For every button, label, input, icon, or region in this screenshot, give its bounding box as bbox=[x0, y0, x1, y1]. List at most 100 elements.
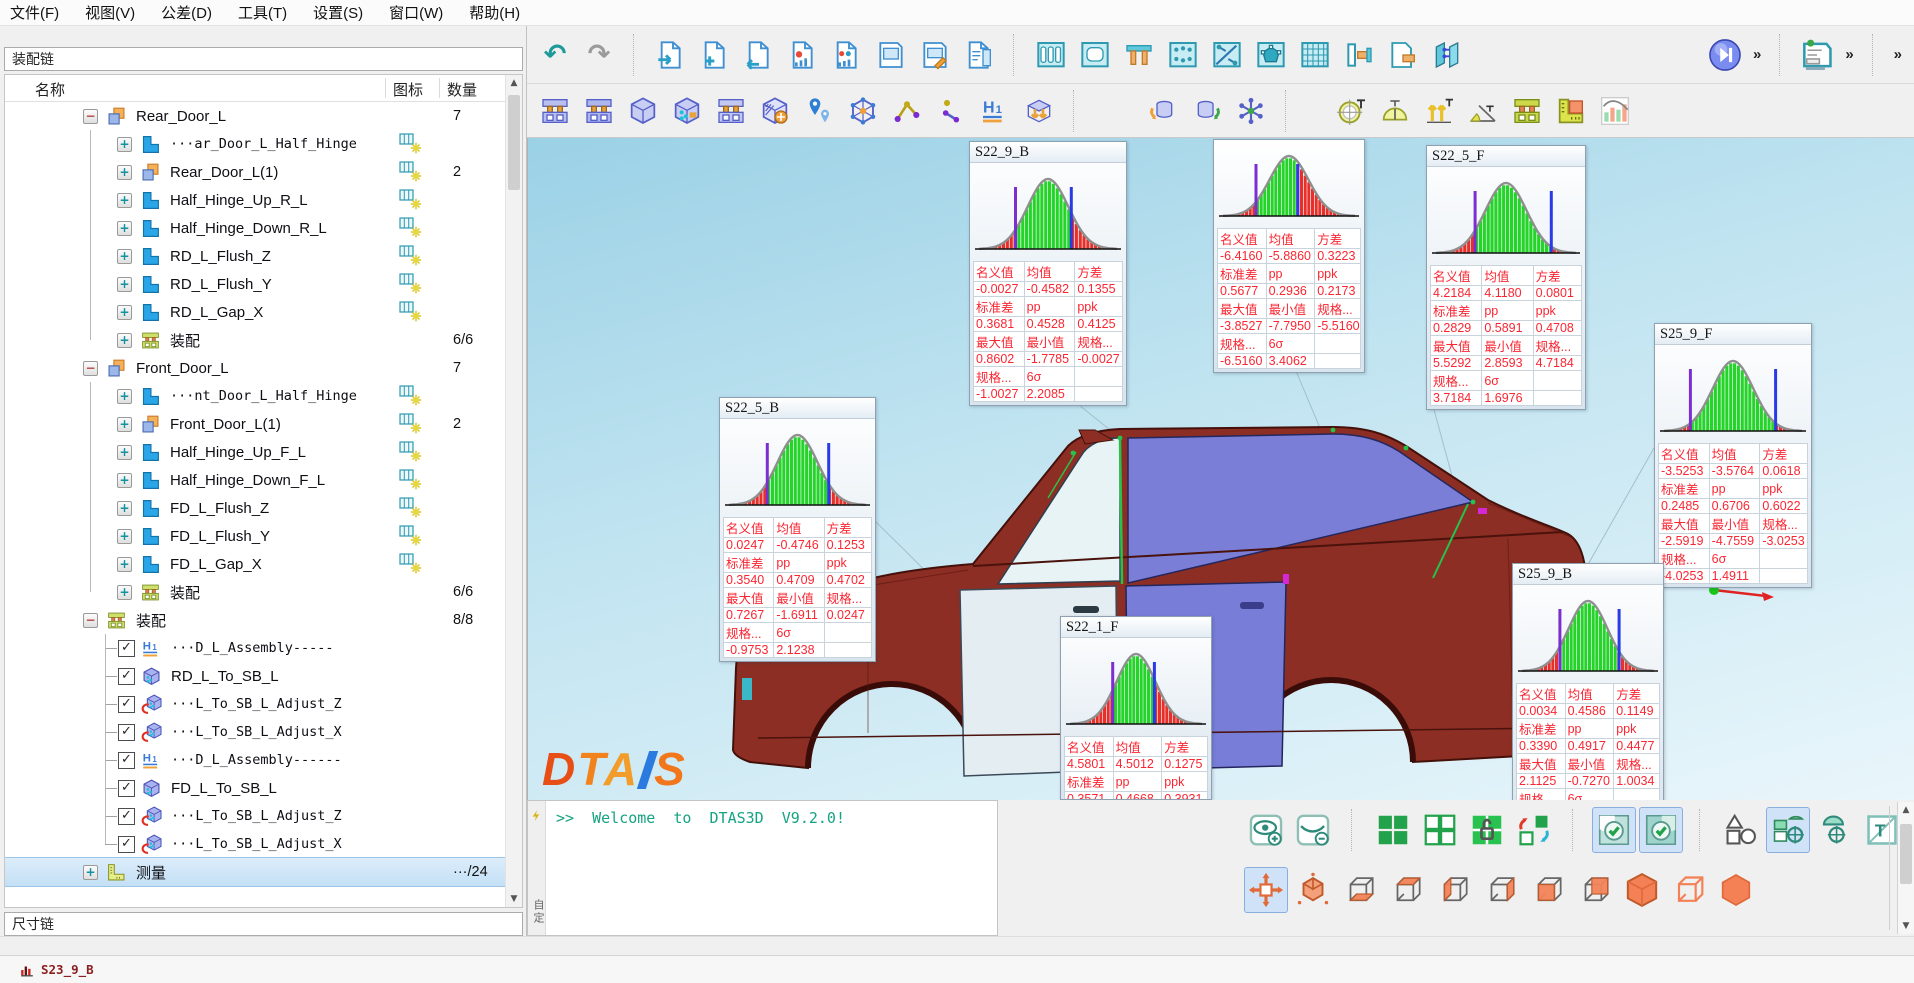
solid-block-button[interactable] bbox=[621, 88, 665, 134]
histogram-panel-s22_5_f[interactable]: S22_5_F 名义值均值方差4.21844.11800.0801标准差pppp… bbox=[1426, 145, 1586, 410]
histogram-panel-s25_9_b[interactable]: S25_9_B 名义值均值方差0.00340.45860.1149标准差pppp… bbox=[1512, 563, 1664, 800]
linear-tolerance-button[interactable] bbox=[1417, 88, 1461, 134]
face-left-button[interactable] bbox=[1433, 868, 1475, 912]
polygon-feature-button[interactable] bbox=[1249, 32, 1293, 78]
tree-row-fd-l-gap-x[interactable]: +FD_L_Gap_X bbox=[5, 550, 505, 578]
grid-gear-icon[interactable] bbox=[399, 440, 423, 464]
expand-icon[interactable]: + bbox=[117, 445, 132, 460]
row-checkbox[interactable]: ✓ bbox=[118, 724, 135, 741]
grid-gear-icon[interactable] bbox=[399, 160, 423, 184]
histogram-panel-untitled[interactable]: 名义值均值方差-6.4160-5.88600.3223标准差ppppk0.567… bbox=[1213, 139, 1365, 373]
panel-title[interactable]: S22_5_F bbox=[1427, 146, 1585, 167]
document-fixture-button[interactable] bbox=[1381, 32, 1425, 78]
grid-gear-icon[interactable] bbox=[399, 524, 423, 548]
dof-star-button[interactable] bbox=[1229, 88, 1273, 134]
export-report-button[interactable] bbox=[649, 32, 693, 78]
tree-row-half-hinge-down-f-l[interactable]: +Half_Hinge_Down_F_L bbox=[5, 466, 505, 494]
apply-load-button[interactable] bbox=[1017, 88, 1061, 134]
mesh-surface-button[interactable] bbox=[1293, 32, 1337, 78]
grid-gear-icon[interactable] bbox=[399, 300, 423, 324]
more-chevron-1[interactable]: » bbox=[1747, 46, 1767, 63]
solid-view-large-button[interactable] bbox=[1621, 868, 1663, 912]
expand-icon[interactable]: + bbox=[117, 137, 132, 152]
grid-gear-icon[interactable] bbox=[399, 384, 423, 408]
grid-gear-icon[interactable] bbox=[399, 552, 423, 576]
histogram-panel-s22_1_f[interactable]: S22_1_F 名义值均值方差4.58014.50120.1275标准差pppp… bbox=[1060, 616, 1212, 800]
grid-gear-icon[interactable] bbox=[399, 272, 423, 296]
expand-icon[interactable]: + bbox=[83, 865, 98, 880]
panel-scrollbar[interactable]: ▲ ▼ bbox=[1897, 802, 1914, 934]
face-front-button[interactable] bbox=[1527, 868, 1569, 912]
viewport-lock-button[interactable] bbox=[1466, 808, 1508, 852]
tree-row-rear-door-l[interactable]: −Rear_Door_L7 bbox=[5, 102, 505, 130]
grid-gear-icon[interactable] bbox=[399, 188, 423, 212]
assembly-fixture-button[interactable] bbox=[1505, 88, 1549, 134]
histogram-panel-s22_9_b[interactable]: S22_9_B 名义值均值方差-0.0027-0.45820.1355标准差pp… bbox=[969, 141, 1127, 406]
viewports-outline-button[interactable] bbox=[1419, 808, 1461, 852]
tree-row-rear-door-l-1-[interactable]: +Rear_Door_L(1)2 bbox=[5, 158, 505, 186]
panel-title[interactable]: S22_5_B bbox=[720, 398, 875, 419]
redo-button[interactable]: ↷ bbox=[577, 32, 621, 78]
measure-ruler-button[interactable] bbox=[1549, 88, 1593, 134]
face-right-button[interactable] bbox=[1480, 868, 1522, 912]
point-set-button[interactable] bbox=[1161, 32, 1205, 78]
tree-row-front-door-l[interactable]: −Front_Door_L7 bbox=[5, 354, 505, 382]
diameter-tolerance-button[interactable] bbox=[1329, 88, 1373, 134]
shapes-locator-button[interactable] bbox=[1767, 808, 1809, 852]
grid-gear-icon[interactable] bbox=[399, 468, 423, 492]
status-item-label[interactable]: S23_9_B bbox=[41, 962, 94, 977]
face-back-button[interactable] bbox=[1574, 868, 1616, 912]
tree-row-rd-l-to-sb-l[interactable]: ✓RD_L_To_SB_L bbox=[5, 662, 505, 690]
rotate-ccw-button[interactable] bbox=[1185, 88, 1229, 134]
scroll-down-icon[interactable]: ▼ bbox=[506, 891, 522, 907]
import-model-button[interactable] bbox=[737, 32, 781, 78]
row-checkbox[interactable]: ✓ bbox=[118, 836, 135, 853]
solid-view-button[interactable] bbox=[1715, 868, 1757, 912]
tree-row--[interactable]: +测量···/24 bbox=[5, 858, 505, 886]
more-chevron-2[interactable]: » bbox=[1839, 46, 1859, 63]
assembly-chain-header[interactable]: 装配链 bbox=[4, 47, 523, 71]
document-panel-button[interactable] bbox=[957, 32, 1001, 78]
panel-title[interactable]: S25_9_F bbox=[1655, 324, 1811, 345]
menu-item-2[interactable]: 公差(D) bbox=[161, 2, 212, 23]
dof-network-button[interactable] bbox=[841, 88, 885, 134]
menu-item-5[interactable]: 窗口(W) bbox=[389, 2, 443, 23]
show-object-button[interactable] bbox=[1245, 808, 1287, 852]
grid-gear-icon[interactable] bbox=[399, 244, 423, 268]
iso-view-button[interactable] bbox=[1292, 868, 1334, 912]
assembly-station-3-button[interactable] bbox=[709, 88, 753, 134]
angle-protractor-button[interactable] bbox=[1373, 88, 1417, 134]
expand-icon[interactable]: + bbox=[117, 473, 132, 488]
play-start-button[interactable] bbox=[1703, 32, 1747, 78]
clamp-fixture-button[interactable] bbox=[1337, 32, 1381, 78]
statistics-chart-button[interactable] bbox=[1593, 88, 1637, 134]
dimension-chain-header[interactable]: 尺寸链 bbox=[4, 912, 523, 936]
tree-row--d-l-assembly-[interactable]: ✓H1···D_L_Assembly------ bbox=[5, 746, 505, 774]
assembly-station-2-button[interactable] bbox=[577, 88, 621, 134]
tree-row-rd-l-gap-x[interactable]: +RD_L_Gap_X bbox=[5, 298, 505, 326]
tree-row--[interactable]: +装配6/6 bbox=[5, 326, 505, 354]
grid-gear-icon[interactable] bbox=[399, 216, 423, 240]
menu-item-0[interactable]: 文件(F) bbox=[10, 2, 59, 23]
tree-row--nt-door-l-half-hinge[interactable]: +···nt_Door_L_Half_Hinge bbox=[5, 382, 505, 410]
row-checkbox[interactable]: ✓ bbox=[118, 640, 135, 657]
angle-tolerance-button[interactable] bbox=[1461, 88, 1505, 134]
tree-row-half-hinge-up-f-l[interactable]: +Half_Hinge_Up_F_L bbox=[5, 438, 505, 466]
expand-icon[interactable]: + bbox=[117, 165, 132, 180]
console-side-strip[interactable]: 自定 bbox=[528, 801, 546, 935]
panel-title[interactable]: S22_9_B bbox=[970, 142, 1126, 163]
viewports-filled-button[interactable] bbox=[1372, 808, 1414, 852]
menu-item-3[interactable]: 工具(T) bbox=[238, 2, 287, 23]
tree-row-half-hinge-down-r-l[interactable]: +Half_Hinge_Down_R_L bbox=[5, 214, 505, 242]
tolerance-block-button[interactable] bbox=[665, 88, 709, 134]
h1-dimension-button[interactable]: H1 bbox=[973, 88, 1017, 134]
expand-icon[interactable]: + bbox=[117, 529, 132, 544]
row-checkbox[interactable]: ✓ bbox=[118, 668, 135, 685]
tree-row--l-to-sb-l-adjust-x[interactable]: ✓···L_To_SB_L_Adjust_X bbox=[5, 830, 505, 858]
dome-locator-button[interactable] bbox=[1814, 808, 1856, 852]
rotate-cw-button[interactable] bbox=[1141, 88, 1185, 134]
collapse-icon[interactable]: − bbox=[83, 361, 98, 376]
expand-icon[interactable]: + bbox=[117, 333, 132, 348]
panel-scroll-up-icon[interactable]: ▲ bbox=[1898, 802, 1914, 818]
tree-row-front-door-l-1-[interactable]: +Front_Door_L(1)2 bbox=[5, 410, 505, 438]
